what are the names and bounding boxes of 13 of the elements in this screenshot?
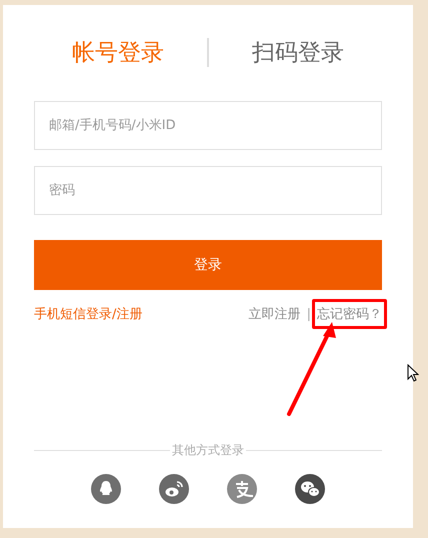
input-field[interactable]: 邮箱/手机号码/小米ID bbox=[34, 101, 382, 150]
register-link[interactable]: 立即注册 bbox=[248, 305, 301, 323]
login-tab[interactable]: 扫码登录 bbox=[223, 33, 373, 72]
penguin-icon[interactable] bbox=[91, 474, 121, 504]
separator: | bbox=[306, 306, 311, 322]
login-tab[interactable]: 帐号登录 bbox=[43, 33, 193, 72]
login-button[interactable]: 登录 bbox=[34, 240, 382, 290]
arrow-icon bbox=[286, 320, 338, 417]
chat-bubbles-icon[interactable] bbox=[295, 474, 325, 504]
sms-login-link[interactable]: 手机短信登录/注册 bbox=[34, 305, 142, 323]
forgot-password-link[interactable]: 忘记密码？ bbox=[312, 299, 387, 329]
other-login-label: 其他方式登录 bbox=[170, 442, 246, 459]
input-field[interactable]: 密码 bbox=[34, 166, 382, 215]
